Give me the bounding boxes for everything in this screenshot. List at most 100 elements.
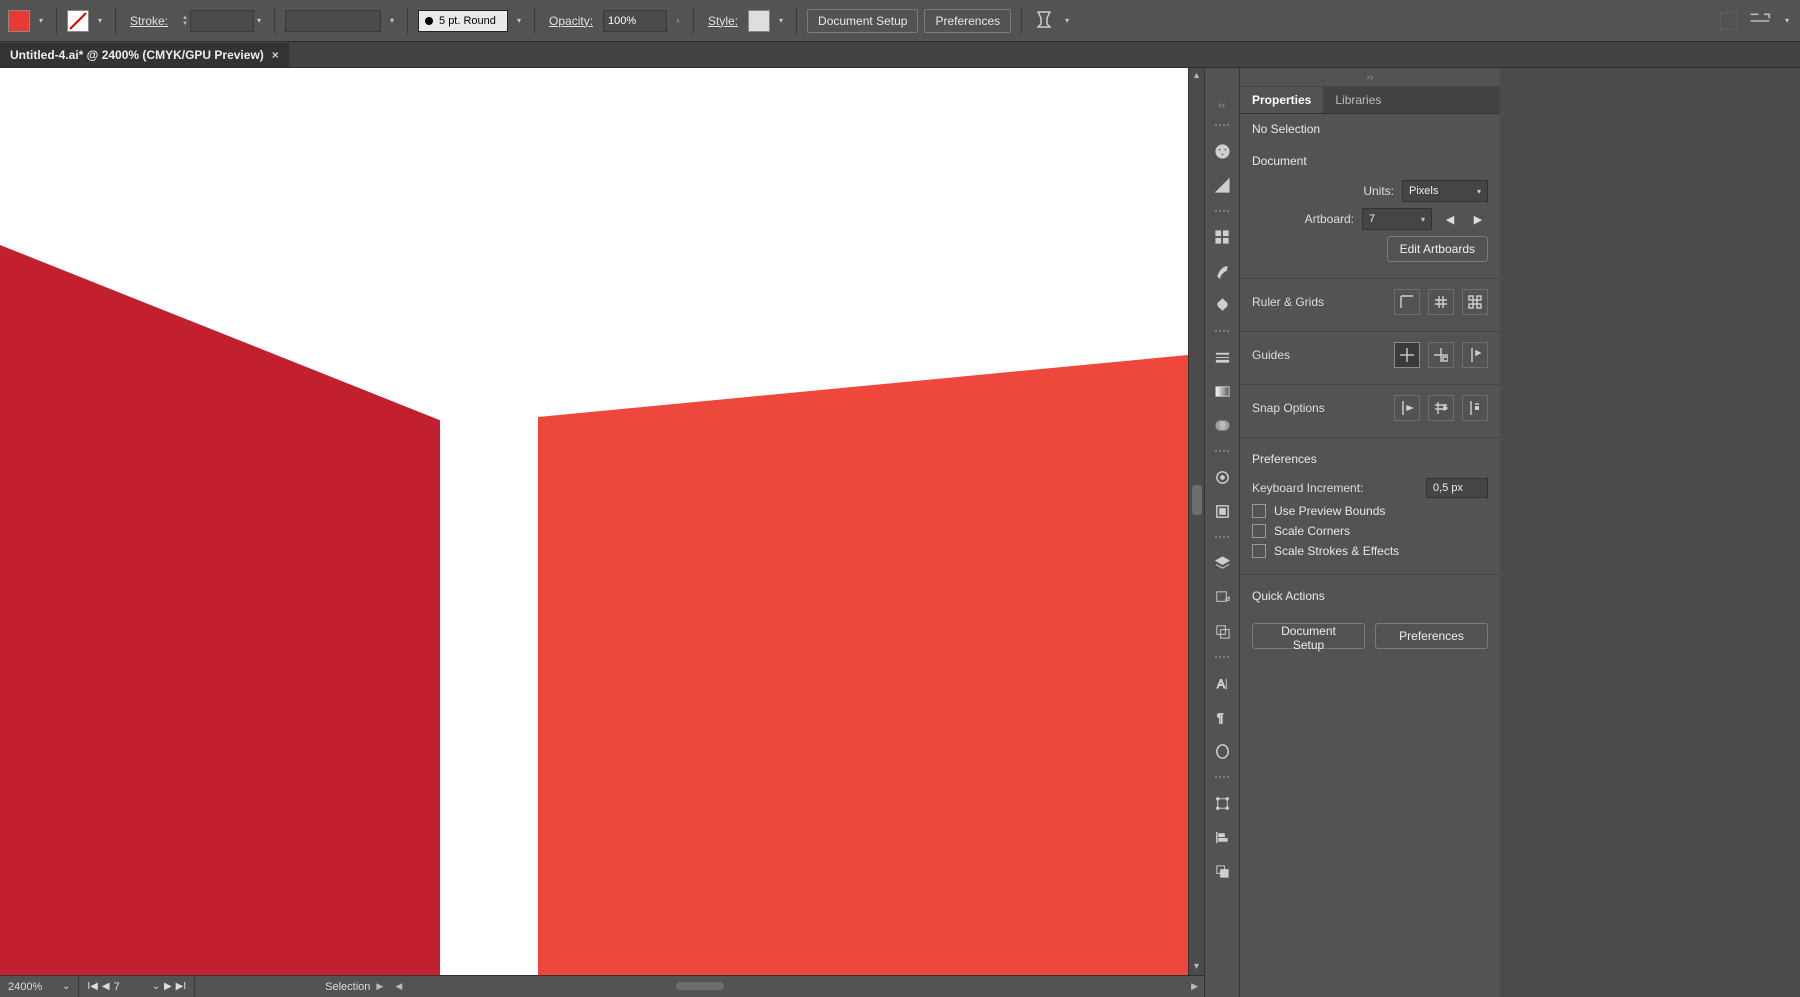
document-tab[interactable]: Untitled-4.ai* @ 2400% (CMYK/GPU Preview… [0,43,289,67]
transparency-grid-icon[interactable] [1462,289,1488,315]
svg-text:A: A [1216,677,1225,691]
artboard-prev-button[interactable]: ◀ [1440,209,1460,229]
zoom-input[interactable] [8,981,58,993]
artwork-red-dark-shape[interactable] [0,245,440,975]
preferences-heading: Preferences [1252,442,1488,472]
lock-guides-icon[interactable] [1428,342,1454,368]
use-preview-bounds-checkbox[interactable] [1252,504,1266,518]
pathfinder-panel-icon[interactable] [1207,856,1237,886]
units-dropdown[interactable]: Pixels▾ [1402,180,1488,202]
brush-caret[interactable]: ▾ [514,10,524,32]
smart-guides-icon[interactable] [1462,342,1488,368]
asset-export-panel-icon[interactable] [1207,582,1237,612]
artboards-panel-icon[interactable] [1207,616,1237,646]
graphic-style-swatch[interactable] [748,10,770,32]
variable-width-caret[interactable]: ▾ [387,10,397,32]
layers-panel-icon[interactable] [1207,548,1237,578]
opacity-label[interactable]: Opacity: [549,14,593,28]
pinning-caret[interactable]: ▾ [1062,10,1072,32]
paragraph-panel-icon[interactable]: ¶ [1207,702,1237,732]
opacity-input[interactable] [603,10,667,32]
stroke-label[interactable]: Stroke: [130,14,168,28]
grid-toggle-icon[interactable] [1428,289,1454,315]
document-tab-title: Untitled-4.ai* @ 2400% (CMYK/GPU Preview… [10,48,264,62]
style-label[interactable]: Style: [708,14,738,28]
artboard-canvas[interactable] [0,68,1188,975]
opentype-panel-icon[interactable] [1207,736,1237,766]
artwork-red-light-shape[interactable] [538,355,1188,975]
graphic-styles-panel-icon[interactable] [1207,496,1237,526]
artboard-nav-caret[interactable]: ⌄ [152,981,160,992]
strip-handle[interactable]: ‹‹ [1219,96,1226,114]
keyboard-increment-input[interactable] [1426,478,1488,498]
arrange-caret[interactable]: ▾ [1782,10,1792,32]
close-tab-icon[interactable]: × [272,48,279,62]
artboard-nav-input[interactable] [114,981,148,993]
current-tool-label: Selection [325,981,370,993]
arrange-docs-icon[interactable] [1748,9,1772,33]
last-artboard-button[interactable]: ▶I [176,981,186,992]
snap-to-grid-icon[interactable] [1428,395,1454,421]
preferences-button[interactable]: Preferences [924,9,1011,33]
stroke-dropdown-caret[interactable]: ▾ [95,10,105,32]
separator [1021,8,1022,34]
fill-swatch[interactable] [8,10,30,32]
show-guides-icon[interactable] [1394,342,1420,368]
tab-libraries[interactable]: Libraries [1323,87,1393,113]
brush-definition[interactable]: 5 pt. Round [418,10,508,32]
color-panel-icon[interactable] [1207,136,1237,166]
prev-artboard-button[interactable]: ◀ [102,981,110,992]
section-ruler-grids: Ruler & Grids [1240,279,1500,332]
window-background-gutter [1500,68,1800,997]
status-arrow-right[interactable]: ▶ [376,981,383,992]
stroke-weight-input[interactable] [190,10,254,32]
snap-to-point-icon[interactable] [1394,395,1420,421]
artboard-dropdown[interactable]: 7▾ [1362,208,1432,230]
brushes-panel-icon[interactable] [1207,256,1237,286]
color-guide-panel-icon[interactable] [1207,170,1237,200]
scroll-thumb[interactable] [1192,485,1202,515]
separator [274,8,275,34]
artboard-next-button[interactable]: ▶ [1468,209,1488,229]
panel-collapse-handle[interactable]: ›› [1240,68,1500,86]
rulers-toggle-icon[interactable] [1394,289,1420,315]
tab-properties[interactable]: Properties [1240,87,1323,113]
align-panel-icon[interactable] [1207,822,1237,852]
svg-text:¶: ¶ [1216,711,1223,725]
quick-preferences-button[interactable]: Preferences [1375,623,1488,649]
stroke-swatch[interactable] [67,10,89,32]
layout-icon[interactable] [1720,12,1738,30]
gradient-panel-icon[interactable] [1207,376,1237,406]
symbols-panel-icon[interactable] [1207,290,1237,320]
snap-to-pixel-icon[interactable] [1462,395,1488,421]
opacity-caret[interactable]: › [673,10,683,32]
scale-strokes-checkbox[interactable] [1252,544,1266,558]
hscroll-right[interactable]: ▶ [1191,981,1198,992]
appearance-panel-icon[interactable] [1207,462,1237,492]
stroke-weight-caret[interactable]: ▾ [254,10,264,32]
vertical-scrollbar[interactable]: ▴ ▾ [1188,68,1204,975]
next-artboard-button[interactable]: ▶ [164,981,172,992]
units-label: Units: [1252,184,1394,198]
swatches-panel-icon[interactable] [1207,222,1237,252]
hscroll-left[interactable]: ◀ [395,981,402,992]
quick-document-setup-button[interactable]: Document Setup [1252,623,1365,649]
document-setup-button[interactable]: Document Setup [807,9,918,33]
canvas-region: ▴ ▾ ⌄ I◀ ◀ ⌄ ▶ [0,68,1204,997]
transparency-panel-icon[interactable] [1207,410,1237,440]
separator [534,8,535,34]
character-panel-icon[interactable]: A [1207,668,1237,698]
pinning-icon[interactable] [1032,9,1056,33]
first-artboard-button[interactable]: I◀ [87,981,97,992]
stroke-panel-icon[interactable] [1207,342,1237,372]
variable-width-profile[interactable] [285,10,381,32]
style-caret[interactable]: ▾ [776,10,786,32]
edit-artboards-button[interactable]: Edit Artboards [1387,236,1488,262]
stroke-weight-stepper[interactable]: ▲▼ [180,10,190,32]
scroll-down-arrow[interactable]: ▾ [1189,959,1204,975]
scroll-up-arrow[interactable]: ▴ [1189,68,1204,84]
scale-corners-checkbox[interactable] [1252,524,1266,538]
transform-panel-icon[interactable] [1207,788,1237,818]
fill-dropdown-caret[interactable]: ▾ [36,10,46,32]
zoom-caret[interactable]: ⌄ [62,981,70,992]
